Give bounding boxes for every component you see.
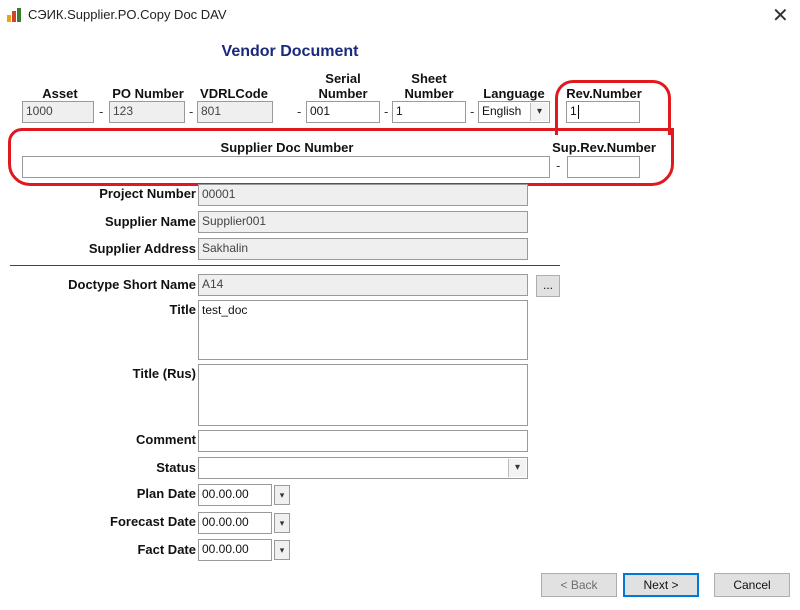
doctype-short-name-label: Doctype Short Name <box>68 277 196 292</box>
vdrl-code-label: VDRLCode <box>200 86 268 101</box>
highlight-outline <box>8 128 674 186</box>
supplier-name-field[interactable]: Supplier001 <box>198 211 528 233</box>
title-rus-label: Title (Rus) <box>132 366 196 381</box>
back-button[interactable]: < Back <box>541 573 617 597</box>
asset-label: Asset <box>42 86 78 101</box>
separator-dash: - <box>384 104 389 119</box>
divider <box>10 265 560 266</box>
fact-date-field[interactable]: 00.00.00 <box>198 539 272 561</box>
supplier-address-label: Supplier Address <box>88 241 196 256</box>
window-title: СЭИК.Supplier.PO.Copy Doc DAV <box>28 7 227 22</box>
po-number-label: PO Number <box>112 86 184 101</box>
serial-number-field[interactable]: 001 <box>306 101 380 123</box>
separator-dash: - <box>297 104 302 119</box>
plan-date-label: Plan Date <box>136 486 196 501</box>
chevron-down-icon[interactable]: ▾ <box>530 103 548 121</box>
language-value: English <box>482 104 522 118</box>
language-select[interactable]: English ▾ <box>478 101 550 123</box>
close-icon[interactable]: ✕ <box>772 3 789 28</box>
app-icon <box>7 8 21 22</box>
forecast-date-label: Forecast Date <box>110 514 196 529</box>
cancel-button[interactable]: Cancel <box>714 573 790 597</box>
plan-date-field[interactable]: 00.00.00 <box>198 484 272 506</box>
separator-dash: - <box>99 104 104 119</box>
serial-number-label: Number <box>318 86 368 101</box>
vdrl-code-field[interactable]: 801 <box>197 101 273 123</box>
title-rus-field[interactable] <box>198 364 528 426</box>
forecast-date-field[interactable]: 00.00.00 <box>198 512 272 534</box>
po-number-field[interactable]: 123 <box>109 101 185 123</box>
language-label: Language <box>483 86 545 101</box>
browse-doctype-button[interactable]: ... <box>536 275 560 297</box>
fact-date-label: Fact Date <box>137 542 196 557</box>
chevron-down-icon[interactable]: ▾ <box>274 540 290 560</box>
title-label: Title <box>169 302 197 317</box>
sheet-label: Sheet <box>411 71 447 86</box>
status-select[interactable]: ▾ <box>198 457 528 479</box>
sheet-number-label: Number <box>404 86 454 101</box>
separator-dash: - <box>189 104 194 119</box>
next-button[interactable]: Next > <box>623 573 699 597</box>
supplier-address-field[interactable]: Sakhalin <box>198 238 528 260</box>
project-number-field[interactable]: 00001 <box>198 184 528 206</box>
doctype-short-name-field[interactable]: A14 <box>198 274 528 296</box>
chevron-down-icon[interactable]: ▾ <box>508 459 526 477</box>
status-label: Status <box>156 460 196 475</box>
asset-field[interactable]: 1000 <box>22 101 94 123</box>
supplier-name-label: Supplier Name <box>104 214 196 229</box>
form-heading: Vendor Document <box>221 43 359 60</box>
chevron-down-icon[interactable]: ▾ <box>274 513 290 533</box>
chevron-down-icon[interactable]: ▾ <box>274 485 290 505</box>
sheet-number-field[interactable]: 1 <box>392 101 466 123</box>
title-field[interactable]: test_doc <box>198 300 528 360</box>
comment-label: Comment <box>136 432 196 447</box>
separator-dash: - <box>470 104 475 119</box>
project-number-label: Project Number <box>99 186 196 201</box>
highlight-outline <box>555 80 671 135</box>
comment-field[interactable] <box>198 430 528 452</box>
serial-label: Serial <box>325 71 361 86</box>
